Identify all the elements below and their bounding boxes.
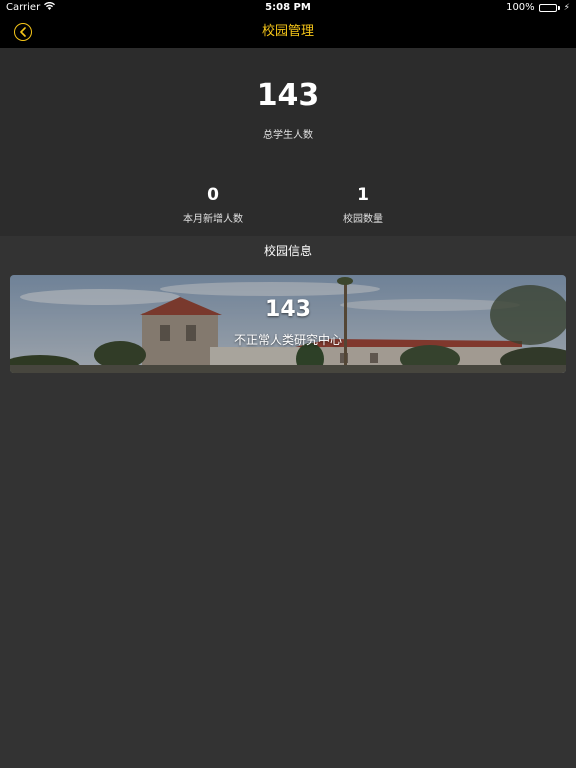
navigation-bar: 校园管理: [0, 16, 576, 48]
section-header-campus-info: 校园信息: [263, 244, 312, 258]
status-bar: Carrier 5:08 PM 100% ⚡: [0, 0, 576, 16]
battery-icon: [538, 4, 557, 12]
new-this-month-stat: 0 本月新增人数: [153, 184, 273, 225]
page-title: 校园管理: [261, 24, 314, 39]
campus-student-count: 143: [265, 297, 311, 322]
campus-card-overlay: [10, 275, 566, 373]
status-time: 5:08 PM: [265, 2, 311, 13]
stats-panel: 143 总学生人数 0 本月新增人数 1 校园数量: [0, 48, 576, 236]
new-this-month-value: 0: [207, 185, 219, 205]
campus-count-stat: 1 校园数量: [303, 184, 423, 225]
campus-count-value: 1: [357, 185, 369, 205]
battery-percent: 100%: [506, 2, 535, 13]
campus-name: 不正常人类研究中心: [233, 333, 342, 347]
campus-count-label: 校园数量: [343, 214, 383, 225]
total-students-label: 总学生人数: [263, 130, 313, 141]
status-right: 100% ⚡: [506, 0, 570, 16]
total-students-value: 143: [256, 78, 320, 113]
campus-card[interactable]: 143 不正常人类研究中心: [10, 275, 566, 373]
new-this-month-label: 本月新增人数: [183, 214, 243, 225]
charging-icon: ⚡: [563, 3, 570, 13]
battery-tip: [557, 6, 560, 10]
